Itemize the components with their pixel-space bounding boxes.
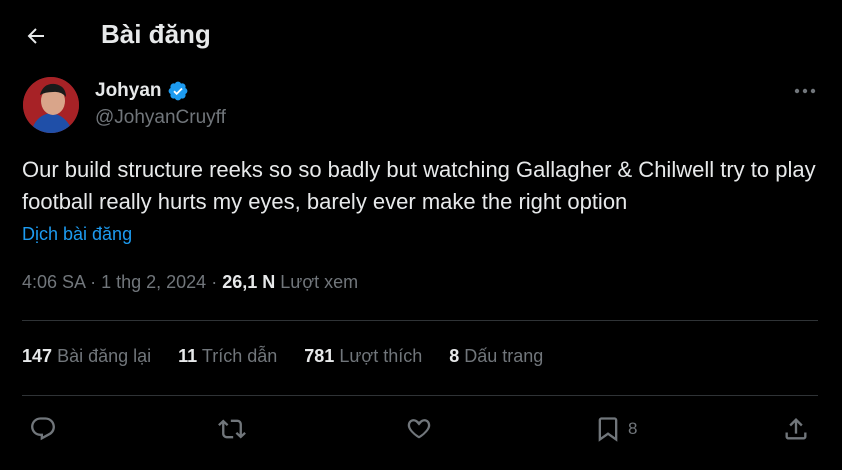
meta-separator: · [211,272,218,292]
stat-label: Lượt thích [339,346,423,366]
share-button[interactable] [782,412,810,446]
translate-post-link[interactable]: Dịch bài đăng [22,224,132,245]
reply-button[interactable] [29,412,57,446]
author-name[interactable]: Johyan [95,80,162,102]
more-options-button[interactable] [790,80,820,102]
repost-button[interactable] [218,412,246,446]
views-count: 26,1 N [222,272,276,292]
stat-count: 11 [178,346,198,366]
bookmark-icon [598,417,618,442]
page-title: Bài đăng [101,19,211,49]
avatar-image [23,77,79,133]
bookmark-count: 8 [628,419,638,438]
stat-quotes[interactable]: 11 Trích dẫn [178,346,277,367]
repost-icon [218,419,246,439]
stat-count: 781 [304,346,335,366]
stat-label: Trích dẫn [201,346,278,366]
more-dots-icon [794,88,816,94]
header-bar: Bài đăng [0,0,842,70]
stat-label: Bài đăng lại [57,346,152,366]
divider [22,320,818,321]
verified-badge-icon [167,80,189,102]
divider [22,395,818,396]
reply-icon [31,417,55,441]
tweet-meta: 4:06 SA · 1 thg 2, 2024 · 26,1 N Lượt xe… [22,272,358,293]
stat-bookmarks[interactable]: 8 Dấu trang [449,346,543,367]
stat-label: Dấu trang [464,346,544,366]
author-handle[interactable]: @JohyanCruyff [95,107,226,129]
avatar[interactable] [23,77,79,133]
stat-reposts[interactable]: 147 Bài đăng lại [22,346,151,367]
tweet-text: Our build structure reeks so so badly bu… [22,157,816,214]
stat-count: 147 [22,346,53,366]
bookmark-button[interactable]: 8 [594,412,637,446]
tweet-time[interactable]: 4:06 SA [22,272,85,292]
stat-likes[interactable]: 781 Lượt thích [304,346,422,367]
heart-icon [407,419,431,439]
tweet-date[interactable]: 1 thg 2, 2024 [101,272,206,292]
like-button[interactable] [405,412,433,446]
meta-separator: · [90,272,97,292]
back-button[interactable] [18,18,54,54]
share-icon [785,418,807,440]
arrow-left-icon [27,28,44,44]
stat-count: 8 [449,346,460,366]
engagement-stats: 147 Bài đăng lại 11 Trích dẫn 781 Lượt t… [22,346,565,367]
views-label: Lượt xem [280,272,359,292]
author-name-row: Johyan [95,80,189,102]
